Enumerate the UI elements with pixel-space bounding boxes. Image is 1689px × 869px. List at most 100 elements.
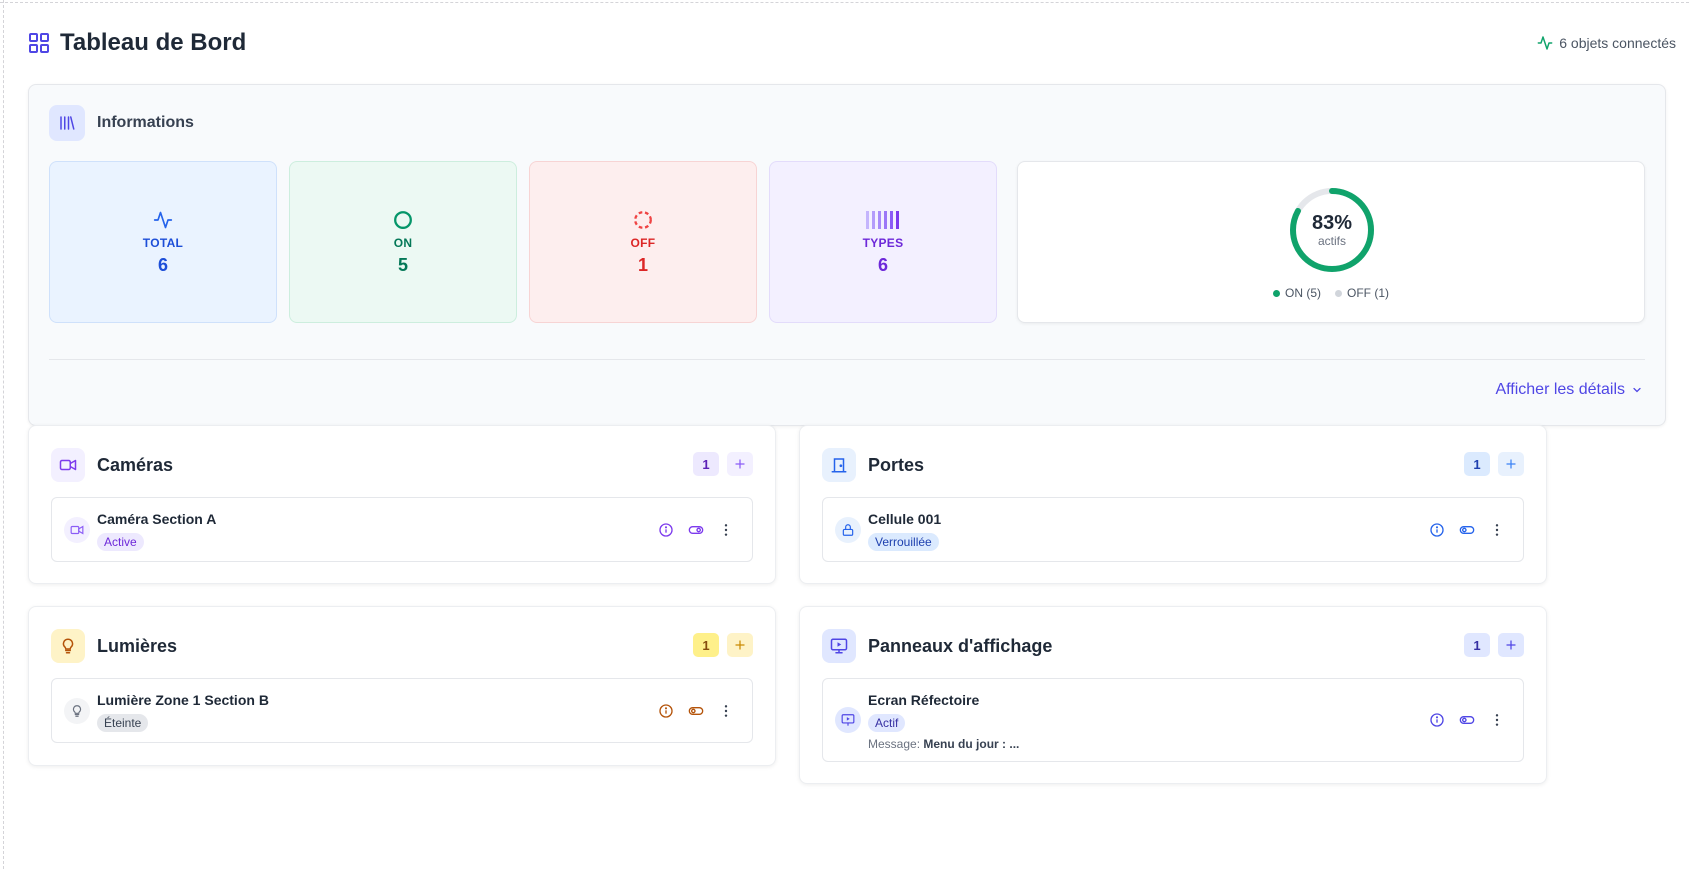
informations-panel: Informations TOTAL 6 ON 5 OFF 1 TYPES 6 … [28, 84, 1666, 426]
page-header: Tableau de Bord 6 objets connectés [28, 22, 1676, 64]
category-actions: 1 [1464, 452, 1524, 476]
status-badge: Actif [868, 714, 906, 732]
device-message: Message: Menu du jour : ... [868, 737, 1019, 751]
toggle-icon[interactable] [1459, 712, 1475, 728]
stat-value: 6 [157, 255, 168, 275]
dashboard-page: Tableau de Bord 6 objets connectés Infor… [28, 22, 1676, 784]
plus-icon [735, 640, 745, 650]
category-actions: 1 [693, 452, 753, 476]
more-vertical-icon[interactable] [718, 522, 734, 538]
window-top-edge [0, 0, 1689, 3]
info-icon[interactable] [1429, 712, 1445, 728]
connected-objects-indicator: 6 objets connectés [1537, 35, 1676, 51]
stat-card-types: TYPES 6 [769, 161, 997, 323]
donut-sublabel: actifs [1317, 234, 1346, 248]
library-icon [49, 105, 85, 141]
category-title: Portes [868, 454, 925, 475]
device-name: Lumière Zone 1 Section B [97, 692, 269, 708]
grid-dashboard-icon [28, 32, 50, 54]
device-row[interactable]: Ecran Réfectoire Actif Message: Menu du … [822, 678, 1524, 762]
stats-row: TOTAL 6 ON 5 OFF 1 TYPES 6 [49, 161, 997, 323]
device-actions [658, 703, 734, 719]
circle-icon [392, 208, 414, 232]
device-message-label: Message: [868, 737, 921, 751]
status-badge: Éteinte [97, 714, 149, 732]
legend-item-on: ON (5) [1273, 286, 1321, 300]
chevron-down-icon [1631, 384, 1643, 396]
device-row[interactable]: Cellule 001 Verrouillée [822, 497, 1524, 562]
device-name: Ecran Réfectoire [868, 692, 980, 708]
count-badge: 1 [693, 452, 719, 476]
toggle-icon[interactable] [688, 522, 704, 538]
status-badge: Active [97, 533, 144, 551]
stat-label: ON [393, 236, 413, 250]
show-details-label: Afficher les détails [1495, 381, 1625, 398]
device-name: Caméra Section A [97, 511, 217, 527]
add-camera-button[interactable] [727, 452, 753, 476]
legend-dot-on [1273, 289, 1280, 297]
legend-dot-off [1335, 289, 1342, 297]
activity-icon [1537, 35, 1553, 51]
more-vertical-icon[interactable] [718, 703, 734, 719]
toggle-icon[interactable] [1459, 522, 1475, 538]
info-icon[interactable] [1429, 522, 1445, 538]
count-badge: 1 [1464, 452, 1490, 476]
plus-icon [1506, 640, 1516, 650]
activity-donut-card: 83% actifs ON (5) OFF (1) [1017, 161, 1645, 323]
stat-label: OFF [630, 236, 656, 250]
presentation-screen-icon [822, 629, 856, 663]
info-icon[interactable] [658, 522, 674, 538]
dashed-circle-icon [632, 208, 654, 232]
window-left-edge [0, 0, 4, 869]
device-row[interactable]: Lumière Zone 1 Section B Éteinte [51, 678, 753, 743]
status-badge: Verrouillée [868, 533, 939, 551]
show-details-button[interactable]: Afficher les détails [1495, 381, 1643, 399]
category-header: Lumières [51, 629, 177, 663]
informations-title: Informations [97, 114, 194, 131]
legend-label-on: ON (5) [1285, 286, 1321, 300]
info-icon[interactable] [658, 703, 674, 719]
lightbulb-icon [64, 698, 90, 724]
add-display-button[interactable] [1498, 633, 1524, 657]
stat-value: 5 [397, 255, 408, 275]
lock-icon [835, 517, 861, 543]
stat-card-off: OFF 1 [529, 161, 757, 323]
door-icon [822, 448, 856, 482]
header-title-group: Tableau de Bord [28, 29, 246, 57]
donut-percent: 83% [1311, 212, 1353, 234]
stat-label: TYPES [862, 236, 904, 250]
activity-icon [153, 208, 173, 232]
connected-objects-label: 6 objets connectés [1559, 35, 1676, 51]
stat-value: 1 [637, 255, 648, 275]
bars-icon [866, 208, 900, 232]
add-door-button[interactable] [1498, 452, 1524, 476]
page-title: Tableau de Bord [60, 29, 247, 56]
category-card-doors: Portes 1 Cellule 001 Verrouillée [799, 425, 1547, 584]
category-actions: 1 [1464, 633, 1524, 657]
device-actions [658, 522, 734, 538]
more-vertical-icon[interactable] [1489, 522, 1505, 538]
donut-center: 83% actifs [1286, 184, 1378, 276]
panel-divider [49, 359, 1645, 360]
category-header: Caméras [51, 448, 173, 482]
legend-item-off: OFF (1) [1335, 286, 1389, 300]
toggle-icon[interactable] [688, 703, 704, 719]
stat-card-total: TOTAL 6 [49, 161, 277, 323]
more-vertical-icon[interactable] [1489, 712, 1505, 728]
lightbulb-icon [51, 629, 85, 663]
device-message-text: Menu du jour : ... [923, 737, 1020, 751]
video-camera-icon [51, 448, 85, 482]
activity-donut: 83% actifs [1286, 184, 1378, 276]
plus-icon [735, 459, 745, 469]
stat-value: 6 [877, 255, 888, 275]
donut-legend: ON (5) OFF (1) [1018, 286, 1644, 300]
device-actions [1429, 712, 1505, 728]
category-card-cameras: Caméras 1 Caméra Section A Active [28, 425, 776, 584]
add-light-button[interactable] [727, 633, 753, 657]
device-row[interactable]: Caméra Section A Active [51, 497, 753, 562]
informations-header: Informations [49, 105, 194, 141]
legend-label-off: OFF (1) [1347, 286, 1389, 300]
stat-label: TOTAL [142, 236, 184, 250]
plus-icon [1506, 459, 1516, 469]
category-card-lights: Lumières 1 Lumière Zone 1 Section B Étei… [28, 606, 776, 766]
